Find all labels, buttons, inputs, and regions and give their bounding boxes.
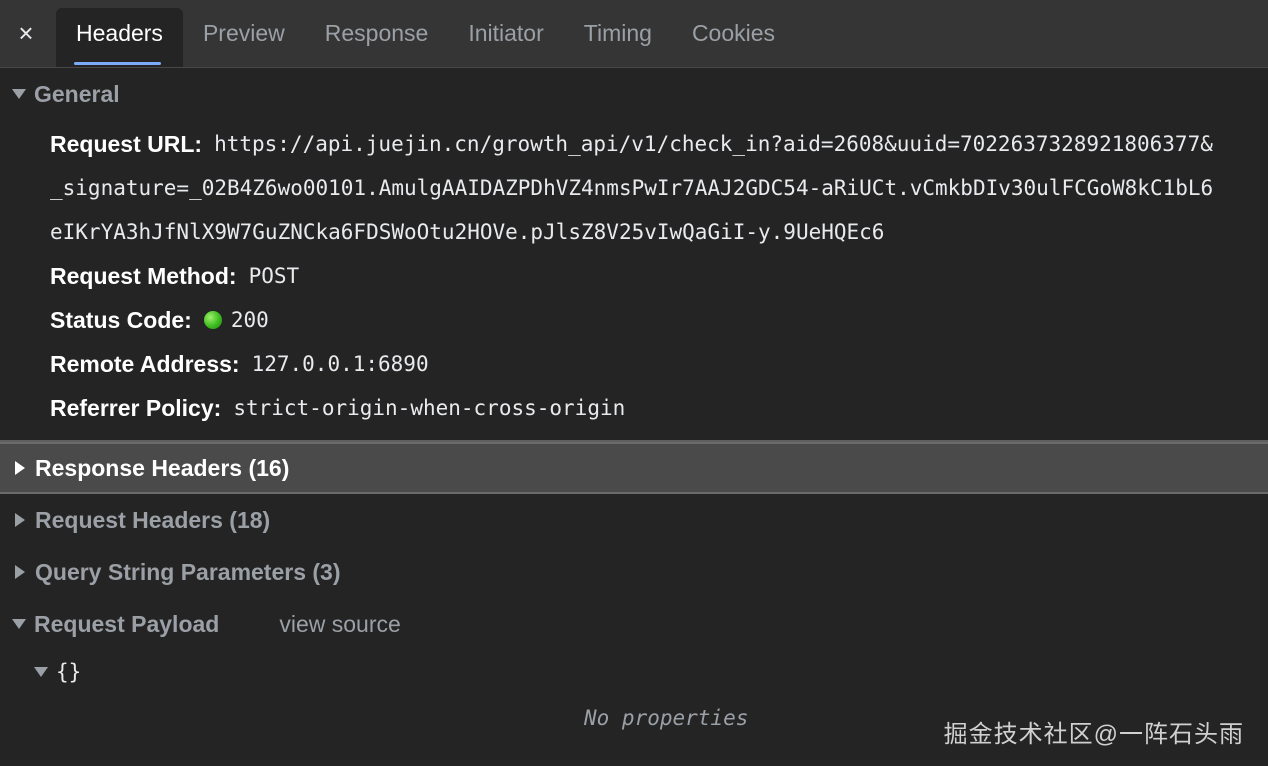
expand-triangle-icon: [12, 89, 26, 99]
request-payload-title: Request Payload: [34, 610, 220, 637]
request-payload-header[interactable]: Request Payload view source: [0, 598, 1268, 650]
tab-preview[interactable]: Preview: [183, 0, 305, 67]
general-section: General Request URL: https://api.juejin.…: [0, 68, 1268, 442]
devtools-network-panel: × Headers Preview Response Initiator Tim…: [0, 0, 1268, 766]
tab-bar: × Headers Preview Response Initiator Tim…: [0, 0, 1268, 68]
expand-triangle-icon: [34, 667, 48, 677]
request-headers-title: Request Headers (18): [35, 506, 271, 533]
status-code-label: Status Code:: [50, 306, 192, 333]
general-title: General: [34, 80, 120, 107]
remote-address-value: 127.0.0.1:6890: [251, 352, 429, 376]
query-params-title: Query String Parameters (3): [35, 558, 341, 585]
request-method-label: Request Method:: [50, 262, 237, 289]
request-method-row: Request Method: POST: [50, 254, 1268, 298]
watermark-text: 掘金技术社区@一阵石头雨: [943, 721, 1244, 748]
collapse-triangle-icon: [15, 565, 25, 579]
payload-tree-root[interactable]: {}: [0, 650, 1268, 694]
tab-initiator[interactable]: Initiator: [448, 0, 563, 67]
request-headers-header[interactable]: Request Headers (18): [0, 494, 1268, 546]
view-source-link[interactable]: view source: [279, 611, 400, 638]
payload-root-object: {}: [56, 660, 82, 684]
tab-response[interactable]: Response: [305, 0, 449, 67]
expand-triangle-icon: [12, 619, 26, 629]
query-params-header[interactable]: Query String Parameters (3): [0, 546, 1268, 598]
request-url-label: Request URL:: [50, 130, 203, 157]
remote-address-label: Remote Address:: [50, 350, 240, 377]
tab-cookies[interactable]: Cookies: [672, 0, 795, 67]
referrer-policy-value: strict-origin-when-cross-origin: [233, 396, 626, 420]
collapse-triangle-icon: [15, 461, 25, 475]
close-icon[interactable]: ×: [0, 0, 52, 67]
general-header[interactable]: General: [0, 68, 1268, 120]
response-headers-header[interactable]: Response Headers (16): [0, 442, 1268, 494]
tab-timing[interactable]: Timing: [564, 0, 672, 67]
collapse-triangle-icon: [15, 513, 25, 527]
response-headers-title: Response Headers (16): [35, 454, 290, 481]
request-url-line-2: _signature=_02B4Z6wo00101.AmulgAAIDAZPDh…: [50, 176, 1214, 200]
request-url-row: Request URL: https://api.juejin.cn/growt…: [50, 120, 1268, 254]
referrer-policy-row: Referrer Policy: strict-origin-when-cros…: [50, 386, 1268, 430]
request-url-line-1: https://api.juejin.cn/growth_api/v1/chec…: [214, 132, 1213, 156]
status-code-row: Status Code: 200: [50, 298, 1268, 342]
tab-headers[interactable]: Headers: [56, 8, 183, 67]
referrer-policy-label: Referrer Policy:: [50, 394, 222, 421]
status-ok-dot-icon: [203, 311, 222, 329]
no-properties-text: No properties: [584, 706, 749, 730]
status-code-value: 200: [230, 308, 269, 332]
request-method-value: POST: [248, 264, 300, 288]
request-url-line-3: eIKrYA3hJfNlX9W7GuZNCka6FDSWoOtu2HOVe.pJ…: [50, 220, 885, 244]
remote-address-row: Remote Address: 127.0.0.1:6890: [50, 342, 1268, 386]
